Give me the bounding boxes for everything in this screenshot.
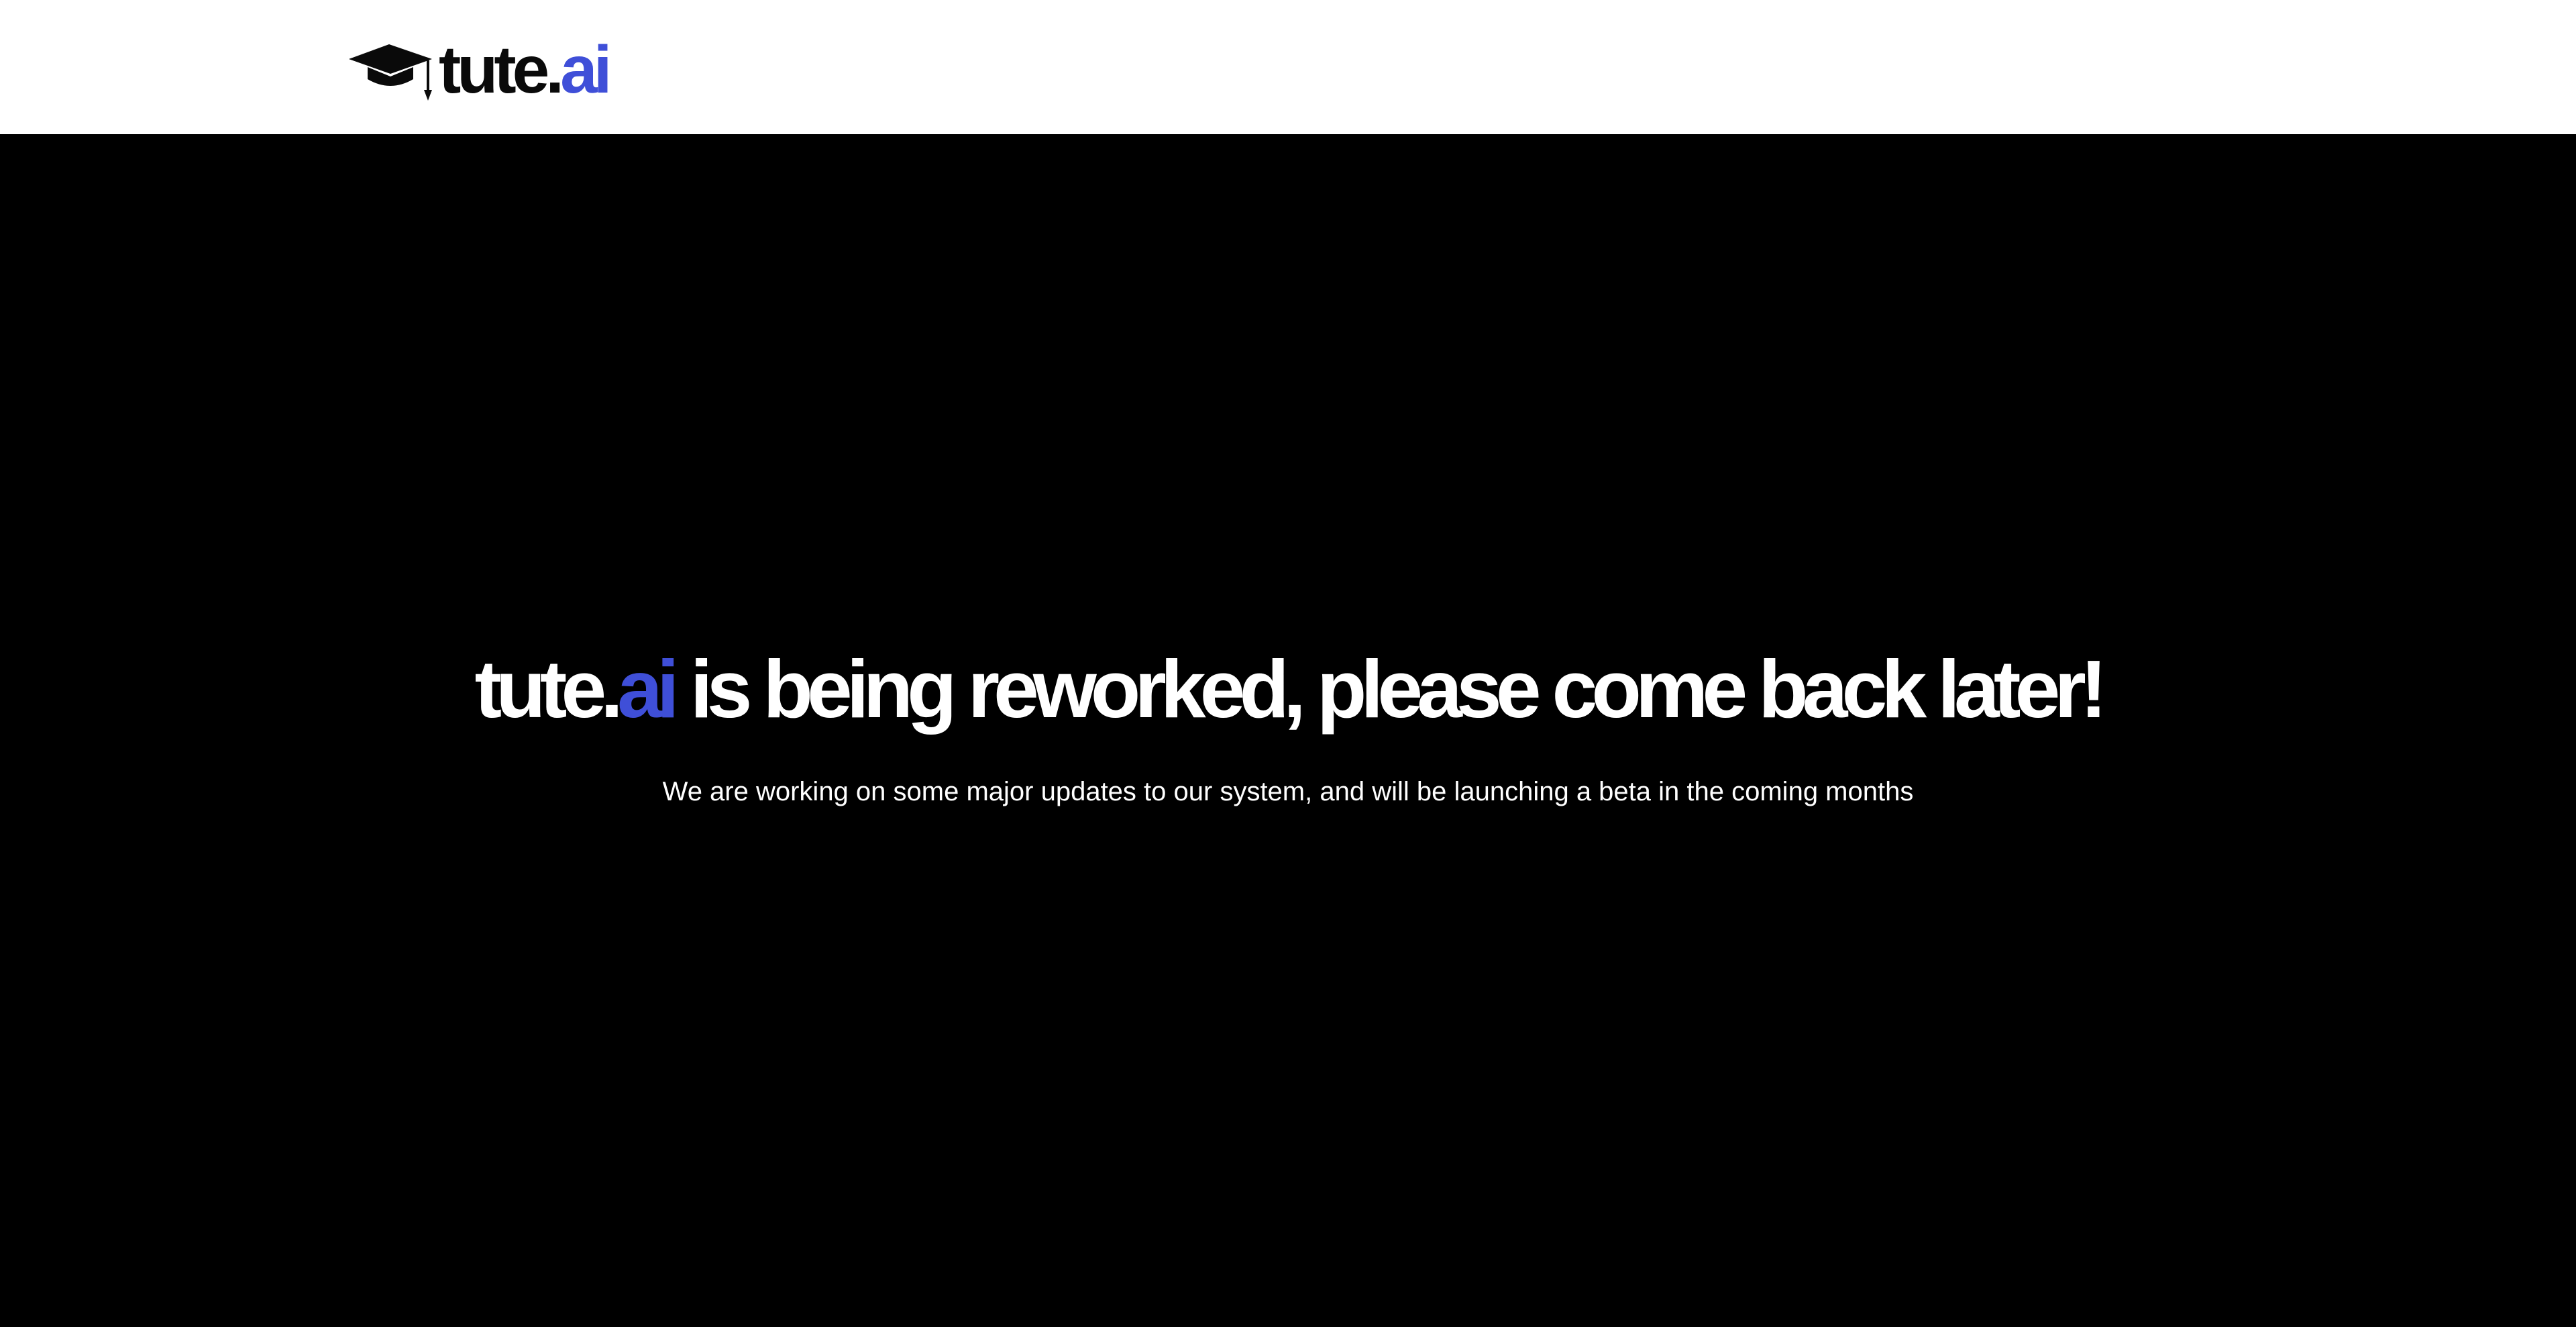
logo-link[interactable]: tute.ai — [349, 30, 612, 103]
headline-brand-accent: ai — [617, 643, 680, 735]
logo-text-main: tute. — [439, 32, 564, 107]
logo-text-accent: ai — [560, 32, 612, 107]
page-title: tute.ai is being reworked, please come b… — [0, 648, 2576, 730]
page-subtitle: We are working on some major updates to … — [662, 777, 1914, 806]
graduation-cap-icon — [349, 44, 432, 101]
headline-brand-main: tute. — [474, 643, 624, 735]
logo-text: tute.ai — [439, 36, 612, 103]
headline-rest: is being reworked, please come back late… — [673, 643, 2108, 735]
site-header: tute.ai — [0, 0, 2576, 134]
maintenance-hero: tute.ai is being reworked, please come b… — [0, 134, 2576, 1327]
